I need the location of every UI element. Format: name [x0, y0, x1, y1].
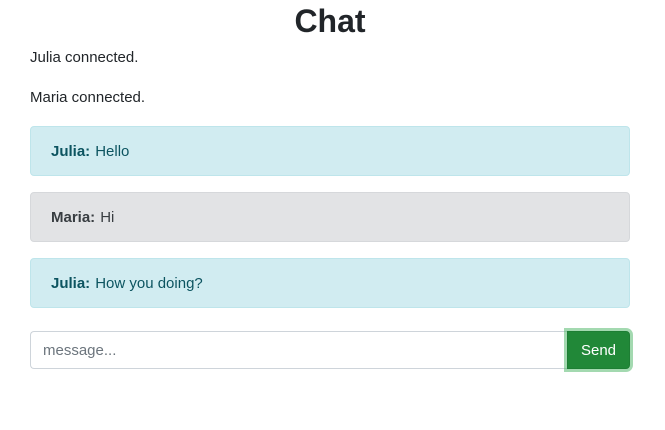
- message-input[interactable]: [30, 331, 567, 369]
- chat-container: Chat Julia connected. Maria connected. J…: [30, 0, 630, 369]
- status-message: Julia connected.: [30, 49, 139, 66]
- message-text: Hi: [100, 208, 115, 226]
- message-author: Julia:: [51, 274, 91, 292]
- send-button[interactable]: Send: [567, 331, 630, 369]
- message-item: Maria: Hi: [30, 192, 630, 242]
- message-text: How you doing?: [95, 274, 203, 292]
- message-list: Julia: Hello Maria: Hi Julia: How you do…: [30, 126, 630, 308]
- message-item: Julia: Hello: [30, 126, 630, 176]
- message-author: Maria:: [51, 208, 96, 226]
- message-text: Hello: [95, 142, 130, 160]
- message-author: Julia:: [51, 142, 91, 160]
- message-item: Julia: How you doing?: [30, 258, 630, 308]
- message-composer: Send: [30, 331, 630, 369]
- status-message: Maria connected.: [30, 89, 146, 106]
- page-title: Chat: [294, 3, 366, 39]
